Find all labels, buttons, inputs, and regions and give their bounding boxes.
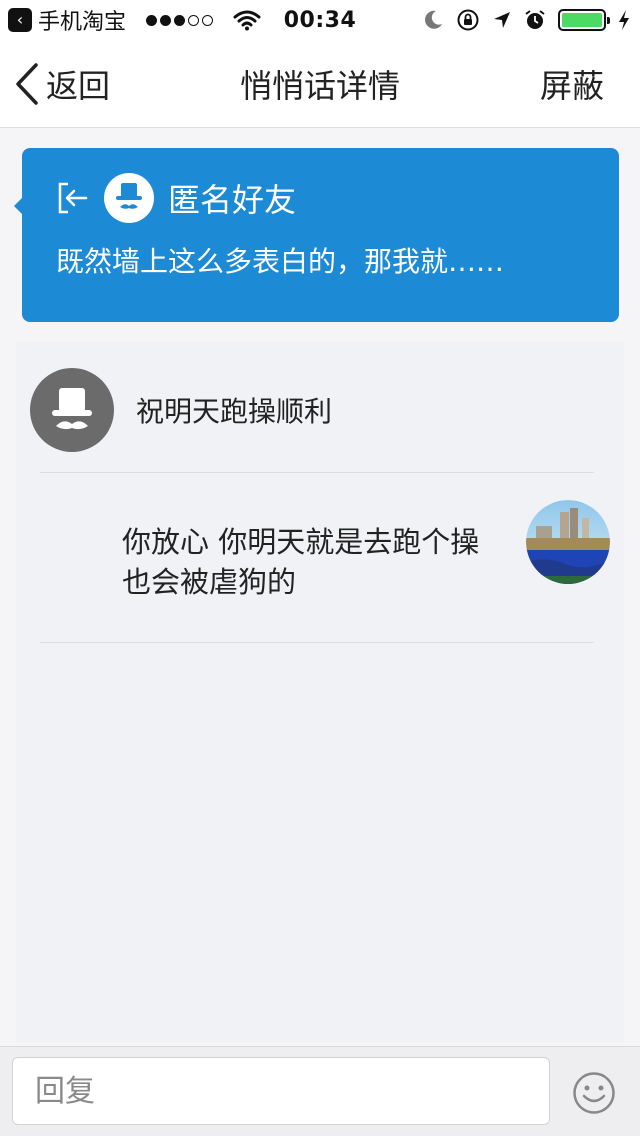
card-message: 既然墙上这么多表白的，那我就……	[56, 245, 505, 278]
signal-dot-icon	[160, 14, 172, 26]
hat-mustache-icon	[116, 183, 142, 209]
anonymous-message-row: 祝明天跑操顺利	[30, 368, 610, 452]
anonymous-message-text: 祝明天跑操顺利	[136, 395, 333, 428]
divider	[40, 472, 594, 473]
divider	[40, 642, 594, 643]
back-button[interactable]: 返回	[14, 40, 110, 128]
user-avatar-image	[526, 500, 610, 584]
reply-bar	[0, 1046, 640, 1136]
exit-icon[interactable]	[54, 178, 94, 218]
status-left: ‹ 手机淘宝	[0, 4, 261, 36]
signal-strength	[146, 14, 214, 26]
rotation-lock-icon	[457, 9, 479, 31]
reply-input[interactable]	[12, 1057, 550, 1125]
alarm-icon	[525, 10, 545, 29]
back-to-app-label[interactable]: 手机淘宝	[38, 4, 126, 36]
reply-message-text: 你放心 你明天就是去跑个操 也会被虐狗的	[122, 525, 480, 599]
signal-dot-icon	[188, 14, 200, 26]
back-to-app-icon[interactable]: ‹	[8, 8, 32, 32]
signal-dot-icon	[174, 14, 186, 26]
chevron-left-icon	[16, 63, 38, 105]
smiley-icon[interactable]	[572, 1071, 616, 1115]
location-icon	[494, 12, 510, 28]
signal-dot-icon	[202, 14, 214, 26]
charging-icon	[619, 10, 629, 30]
card-header: 匿名好友	[54, 172, 296, 224]
status-bar: ‹ 手机淘宝 00:34	[0, 0, 640, 40]
battery-fill	[562, 13, 602, 27]
battery-icon	[558, 9, 610, 31]
card-name: 匿名好友	[168, 181, 297, 219]
anonymous-avatar	[30, 368, 114, 452]
moon-icon	[425, 10, 442, 29]
anonymous-avatar	[104, 173, 154, 223]
navigation-bar: 返回 悄悄话详情 屏蔽	[0, 40, 640, 128]
user-avatar[interactable]	[526, 500, 610, 584]
back-label: 返回	[46, 67, 111, 105]
status-right	[422, 0, 630, 40]
wifi-icon	[233, 10, 261, 31]
signal-dot-icon	[146, 14, 158, 26]
anonymous-message-card: 匿名好友 既然墙上这么多表白的，那我就……	[14, 148, 619, 322]
block-button[interactable]: 屏蔽	[540, 40, 604, 128]
hat-mustache-icon	[52, 388, 92, 430]
conversation-panel: 祝明天跑操顺利 你放心 你明天就是去跑个操 也会被虐狗的	[16, 342, 624, 1042]
